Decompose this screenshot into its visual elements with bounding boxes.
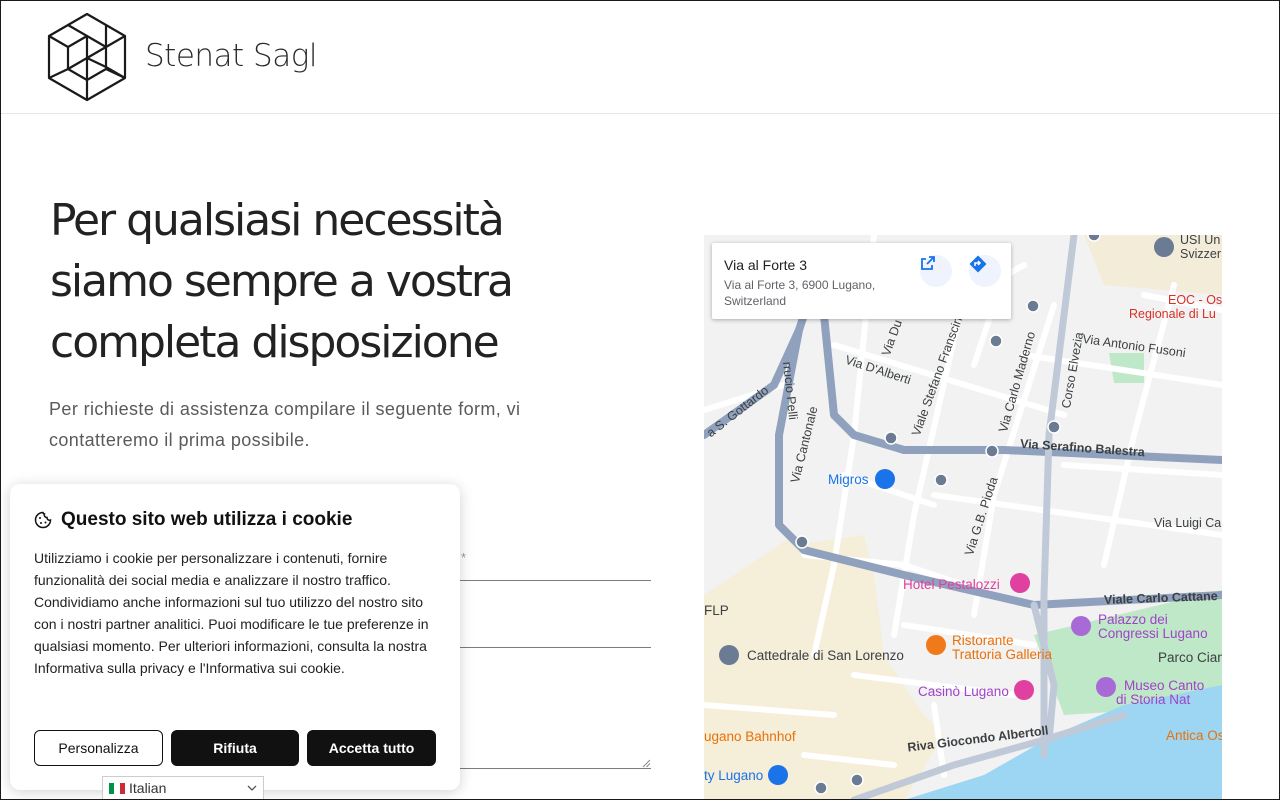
restaurant-pin-icon[interactable] bbox=[926, 635, 946, 655]
reject-button[interactable]: Rifiuta bbox=[171, 730, 299, 766]
museum-pin-icon[interactable] bbox=[1096, 677, 1116, 697]
shop-pin-icon[interactable] bbox=[768, 765, 788, 785]
map-label-casino[interactable]: Casinò Lugano bbox=[918, 684, 1009, 699]
language-selector[interactable]: Italian bbox=[102, 776, 264, 800]
headline-line: Per qualsiasi necessità bbox=[50, 195, 505, 246]
map-label-hotel[interactable]: Hotel Pestalozzi bbox=[903, 577, 1000, 592]
migros-pin-icon[interactable] bbox=[875, 469, 895, 489]
map-label: Via Luigi Ca bbox=[1154, 516, 1222, 530]
map-label: FLP bbox=[704, 603, 729, 618]
casino-pin-icon[interactable] bbox=[1014, 680, 1034, 700]
map-label-palazzo[interactable]: Palazzo dei bbox=[1098, 612, 1168, 627]
hotel-pin-icon[interactable] bbox=[1010, 573, 1030, 593]
customize-button[interactable]: Personalizza bbox=[34, 730, 163, 766]
map-label-restaurant[interactable]: Trattoria Galleria bbox=[952, 647, 1052, 662]
map-label: ty Lugano bbox=[704, 768, 764, 783]
university-pin-icon[interactable] bbox=[1154, 237, 1174, 257]
external-link-icon bbox=[921, 256, 935, 270]
map-label: ugano Bahnhof bbox=[704, 729, 796, 744]
email-field[interactable] bbox=[460, 647, 651, 648]
map-label: Regionale di Lu bbox=[1129, 307, 1216, 321]
map-place-card: Via al Forte 3 Via al Forte 3, 6900 Luga… bbox=[712, 243, 1011, 319]
required-marker: * bbox=[461, 550, 467, 565]
map-label-palazzo[interactable]: Congressi Lugano bbox=[1098, 626, 1208, 641]
map-label-museo[interactable]: di Storia Nat bbox=[1116, 692, 1190, 707]
map-label: Parco Ciani bbox=[1158, 650, 1222, 665]
directions-icon bbox=[969, 255, 987, 273]
resize-grip-icon[interactable] bbox=[641, 758, 651, 768]
headline-line: siamo sempre a vostra bbox=[50, 256, 514, 307]
stenat-logo-icon[interactable] bbox=[46, 12, 128, 102]
place-address: Via al Forte 3, 6900 Lugano, Switzerland bbox=[724, 278, 876, 308]
message-textarea[interactable] bbox=[460, 768, 651, 769]
palazzo-pin-icon[interactable] bbox=[1071, 616, 1091, 636]
accept-all-button[interactable]: Accetta tutto bbox=[307, 730, 436, 766]
map-label: EOC - Os bbox=[1168, 293, 1222, 307]
cookie-description: Utilizziamo i cookie per personalizzare … bbox=[34, 550, 429, 676]
language-label: Italian bbox=[129, 780, 167, 796]
google-map[interactable]: USI Un Svizzer EOC - Os Regionale di Lu … bbox=[704, 235, 1222, 800]
hero-subtext: Per richieste di assistenza compilare il… bbox=[49, 399, 521, 450]
site-header: Stenat Sagl bbox=[0, 0, 1280, 114]
map-label-museo[interactable]: Museo Canto bbox=[1124, 678, 1204, 693]
chevron-down-icon bbox=[247, 785, 257, 791]
cookie-icon bbox=[34, 511, 52, 529]
brand-name[interactable]: Stenat Sagl bbox=[145, 38, 317, 74]
italy-flag-icon bbox=[109, 782, 125, 794]
cookie-banner: Questo sito web utilizza i cookie Utiliz… bbox=[10, 484, 460, 790]
cookie-title: Questo sito web utilizza i cookie bbox=[61, 509, 353, 530]
headline-line: completa disposizione bbox=[50, 317, 500, 368]
map-label-restaurant[interactable]: Ristorante bbox=[952, 633, 1014, 648]
map-label: Svizzer bbox=[1180, 247, 1221, 261]
open-in-maps-button[interactable] bbox=[920, 255, 952, 287]
directions-button[interactable] bbox=[969, 255, 1001, 287]
map-label: USI Un bbox=[1180, 235, 1221, 247]
map-label-migros[interactable]: Migros bbox=[828, 472, 869, 487]
name-field[interactable] bbox=[460, 580, 651, 581]
place-title: Via al Forte 3 bbox=[724, 257, 808, 273]
map-label: Antica Os bbox=[1166, 728, 1222, 743]
church-pin-icon[interactable] bbox=[719, 645, 739, 665]
cookie-header: Questo sito web utilizza i cookie bbox=[34, 509, 352, 531]
page-headline: Per qualsiasi necessità siamo sempre a v… bbox=[50, 190, 610, 373]
map-label-cathedral[interactable]: Cattedrale di San Lorenzo bbox=[747, 648, 904, 663]
